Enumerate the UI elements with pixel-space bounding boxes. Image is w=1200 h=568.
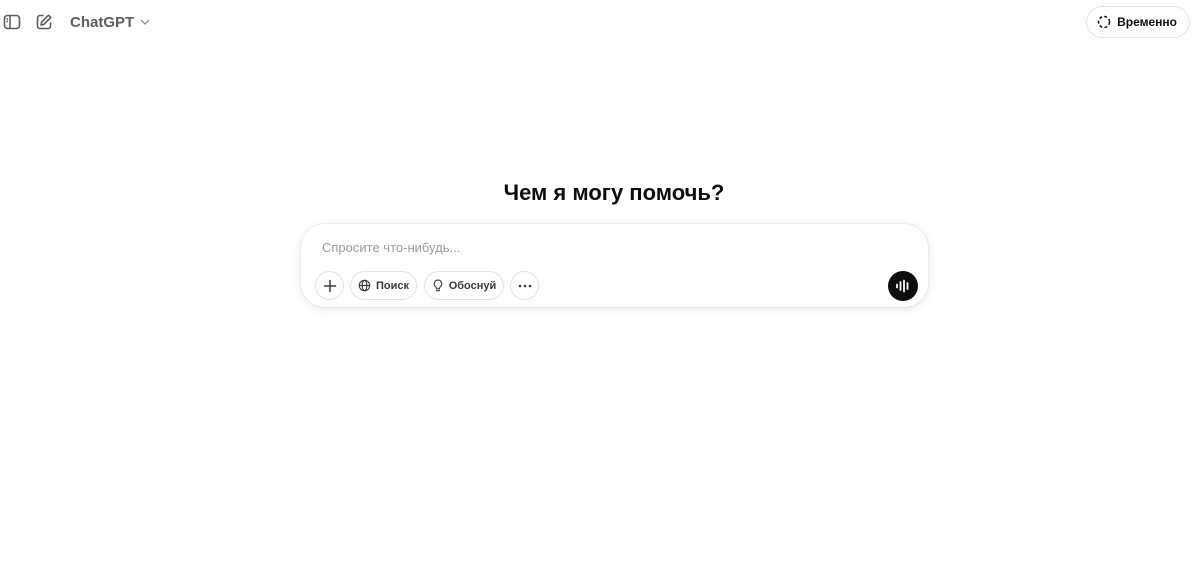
reason-button[interactable]: Обоснуй <box>424 271 504 300</box>
more-tools-button[interactable] <box>510 271 539 300</box>
pencil-square-icon <box>36 14 52 30</box>
page-headline: Чем я могу помочь? <box>503 180 725 205</box>
voice-waveform-icon <box>896 279 909 293</box>
plus-icon <box>323 279 336 292</box>
sidebar-toggle-icon <box>3 14 21 30</box>
prompt-input[interactable] <box>322 236 882 258</box>
sidebar-toggle-button[interactable] <box>0 8 26 36</box>
globe-icon <box>358 279 371 292</box>
ellipsis-icon <box>518 284 531 287</box>
search-button[interactable]: Поиск <box>350 271 417 300</box>
temporary-label: Временно <box>1117 15 1177 29</box>
lightbulb-icon <box>433 279 442 292</box>
voice-mode-button[interactable] <box>888 271 918 301</box>
chevron-down-icon <box>141 19 150 25</box>
prompt-composer: Поиск Обоснуй <box>301 224 928 307</box>
temporary-chat-button[interactable]: Временно <box>1086 6 1190 38</box>
reason-label: Обоснуй <box>448 279 497 292</box>
model-selector[interactable]: ChatGPT <box>70 11 150 33</box>
search-label: Поиск <box>375 279 409 292</box>
new-chat-button[interactable] <box>30 8 58 36</box>
attach-button[interactable] <box>315 271 344 300</box>
model-label: ChatGPT <box>70 13 135 31</box>
top-bar: ChatGPT Временно <box>0 0 1200 44</box>
dashed-circle-icon <box>1097 15 1111 29</box>
